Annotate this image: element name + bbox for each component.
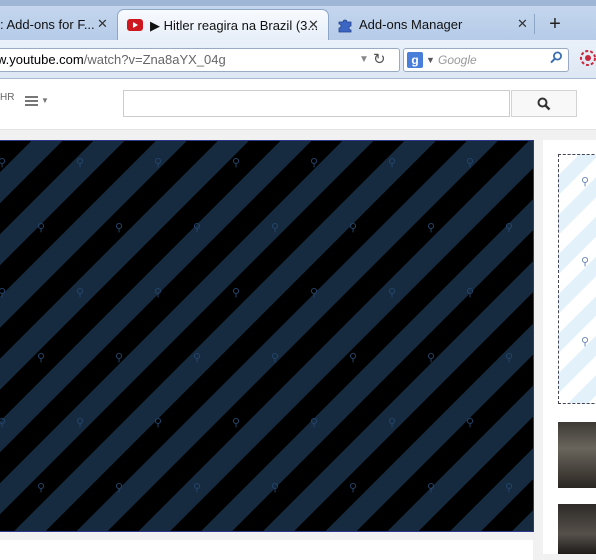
video-info-panel <box>0 540 533 560</box>
plugin-icon: ⚲ <box>76 417 85 429</box>
ad-slot-blocked[interactable]: ⚲ ⚲ ⚲ <box>558 154 596 404</box>
plugin-icon: ⚲ <box>466 287 475 299</box>
youtube-masthead: HR ▼ <box>0 79 596 130</box>
plugin-icon: ⚲ <box>76 157 85 169</box>
close-icon[interactable]: ✕ <box>308 17 319 33</box>
url-history-dropdown-icon[interactable]: ▼ <box>359 49 369 71</box>
navigation-toolbar: w.youtube.com/watch?v=Zna8aYX_04g ▼ ↻ g … <box>0 40 596 79</box>
plugin-icon: ⚲ <box>310 157 319 169</box>
plugin-icon: ⚲ <box>232 157 241 169</box>
plugin-icon: ⚲ <box>505 222 514 234</box>
close-icon[interactable]: ✕ <box>97 16 108 32</box>
tab-label: : Add-ons for F... <box>0 17 95 32</box>
tab-addons-manager[interactable]: Add-ons Manager ✕ <box>333 9 533 40</box>
youtube-icon <box>127 19 143 31</box>
plugin-icon: ⚲ <box>271 352 280 364</box>
related-video-thumbnail[interactable] <box>558 504 596 554</box>
plugin-icon: ⚲ <box>427 482 436 494</box>
plugin-icon: ⚲ <box>154 157 163 169</box>
plugin-icon: ⚲ <box>37 352 46 364</box>
youtube-search-button[interactable] <box>511 90 577 117</box>
tab-youtube-video[interactable]: ▶ Hitler reagira na Brazil (3... ✕ <box>117 9 329 40</box>
video-player-blocked[interactable]: ⚲ ⚲ ⚲ ⚲ ⚲ ⚲ ⚲ ⚲ ⚲ ⚲ ⚲ ⚲ ⚲ ⚲ ⚲ ⚲ ⚲ ⚲ ⚲ ⚲ ⚲ ⚲ ⚲ ⚲ ⚲ ⚲ ⚲ ⚲ ⚲ ⚲ ⚲ ⚲ ⚲ ⚲ ⚲ ⚲ ⚲ ⚲ ⚲ ⚲… <box>0 140 534 532</box>
plugin-icon: ⚲ <box>310 417 319 429</box>
tab-strip: : Add-ons for F... ✕ ▶ Hitler reagira na… <box>0 0 596 40</box>
plugin-icon: ⚲ <box>0 286 6 299</box>
plugin-icon: ⚲ <box>115 222 124 234</box>
plugin-icon: ⚲ <box>154 417 163 429</box>
close-icon[interactable]: ✕ <box>517 16 528 32</box>
new-tab-button[interactable]: + <box>540 9 570 40</box>
plugin-icon: ⚲ <box>37 222 46 234</box>
search-icon <box>537 97 551 114</box>
url-text: w.youtube.com/watch?v=Zna8aYX_04g <box>0 49 226 71</box>
url-host: w.youtube.com <box>0 52 84 67</box>
plugin-icon: ⚲ <box>115 352 124 364</box>
hamburger-icon[interactable]: ▼ <box>25 93 51 111</box>
tab-label: Add-ons Manager <box>359 17 463 32</box>
reload-icon[interactable]: ↻ <box>373 49 386 71</box>
plugin-icon: ⚲ <box>232 417 241 429</box>
plugin-icon: ⚲ <box>271 482 280 494</box>
plugin-icon: ⚲ <box>0 156 6 169</box>
plugin-icon: ⚲ <box>388 287 397 299</box>
plugin-icon: ⚲ <box>310 287 319 299</box>
plugin-icon: ⚲ <box>76 287 85 299</box>
plugin-icon: ⚲ <box>466 417 475 429</box>
plugin-icon: ⚲ <box>581 176 590 188</box>
plugin-icon: ⚲ <box>349 222 358 234</box>
adblock-icon[interactable] <box>578 49 596 69</box>
plugin-icon: ⚲ <box>154 287 163 299</box>
plugin-icon: ⚲ <box>349 482 358 494</box>
plugin-icon: ⚲ <box>505 352 514 364</box>
tab-separator <box>534 14 535 34</box>
plugin-icon: ⚲ <box>388 157 397 169</box>
plugin-icon: ⚲ <box>37 482 46 494</box>
plugin-icon: ⚲ <box>193 352 202 364</box>
related-video-thumbnail[interactable] <box>558 422 596 488</box>
plugin-icon: ⚲ <box>581 256 590 268</box>
plugin-icon: ⚲ <box>193 222 202 234</box>
plugin-icon: ⚲ <box>581 336 590 348</box>
plugin-icon: ⚲ <box>115 482 124 494</box>
plugin-icon: ⚲ <box>349 352 358 364</box>
plugin-icon: ⚲ <box>466 157 475 169</box>
plugin-icon: ⚲ <box>427 222 436 234</box>
url-bar[interactable]: w.youtube.com/watch?v=Zna8aYX_04g ▼ ↻ <box>0 48 400 72</box>
plugin-icon: ⚲ <box>505 482 514 494</box>
google-icon[interactable]: g <box>407 52 423 68</box>
search-engine-dropdown-icon[interactable]: ▼ <box>426 49 435 71</box>
plugin-icon: ⚲ <box>0 416 6 429</box>
related-sidebar: ⚲ ⚲ ⚲ <box>543 140 596 554</box>
search-bar[interactable]: g ▼ Google <box>403 48 569 72</box>
plugin-icon: ⚲ <box>193 482 202 494</box>
region-label: HR <box>0 92 15 103</box>
tab-addons-for-firefox[interactable]: : Add-ons for F... ✕ <box>0 9 116 40</box>
plugin-icon: ⚲ <box>232 287 241 299</box>
youtube-search-input[interactable] <box>123 90 510 117</box>
plugin-icon: ⚲ <box>271 222 280 234</box>
url-path: /watch?v=Zna8aYX_04g <box>83 52 226 67</box>
plugin-icon: ⚲ <box>427 352 436 364</box>
search-placeholder: Google <box>438 53 477 67</box>
magnifier-icon[interactable] <box>550 49 563 71</box>
plugin-icon: ⚲ <box>388 417 397 429</box>
tab-label: ▶ Hitler reagira na Brazil (3... <box>150 18 319 33</box>
puzzle-icon <box>337 17 353 36</box>
titlebar-sliver <box>0 0 596 6</box>
